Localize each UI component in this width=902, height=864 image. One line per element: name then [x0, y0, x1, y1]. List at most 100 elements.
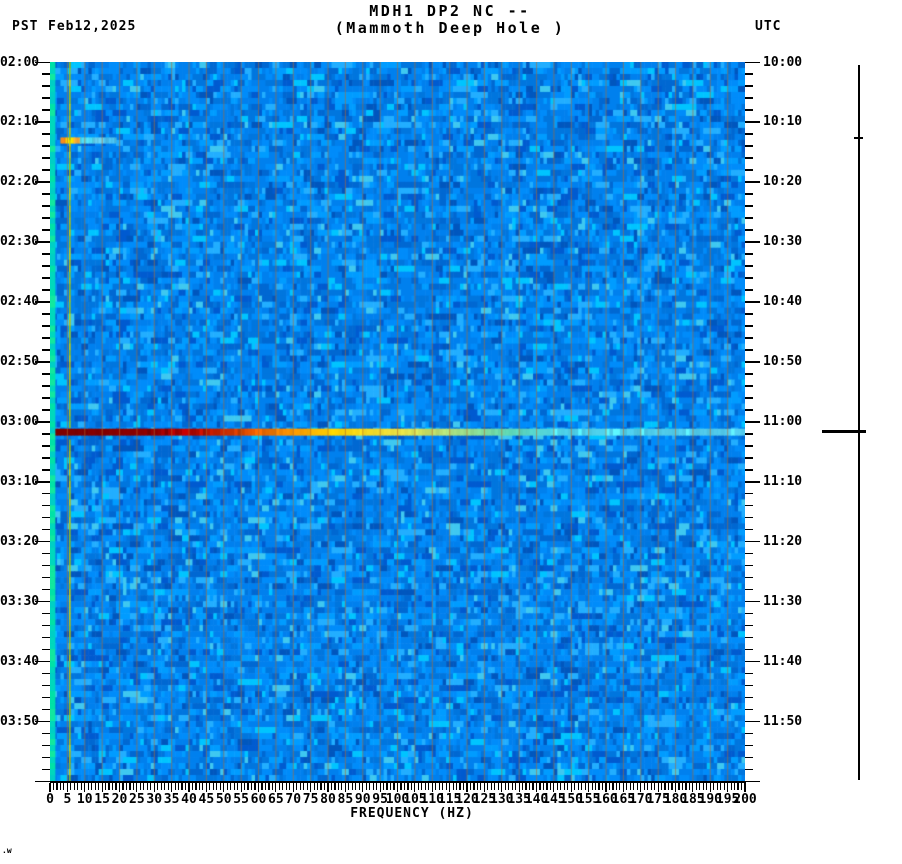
x-axis-tick — [202, 783, 204, 790]
left-axis-tick — [42, 636, 50, 639]
amplitude-scale-line — [858, 65, 860, 780]
x-axis-tick — [351, 783, 353, 790]
x-axis-tick — [671, 783, 673, 790]
left-axis-tick — [42, 145, 50, 147]
right-axis-tick — [745, 600, 760, 603]
x-axis-tick — [535, 783, 538, 792]
x-axis-tick — [129, 783, 131, 790]
x-axis-tick — [250, 783, 253, 790]
x-axis-tick — [268, 783, 270, 790]
x-axis-tick — [271, 783, 273, 790]
left-axis-tick — [42, 385, 50, 387]
left-axis-time-label: 03:40 — [0, 653, 40, 669]
right-axis-tick — [745, 421, 760, 423]
right-axis-tick — [745, 636, 753, 639]
x-axis-tick — [101, 783, 103, 792]
x-axis-tick — [615, 783, 617, 790]
x-axis-tick — [389, 783, 392, 790]
right-axis-time-label: 11:50 — [763, 713, 803, 729]
x-axis-tick — [445, 783, 447, 790]
x-axis-tick — [421, 783, 423, 790]
x-axis-tick — [647, 783, 649, 790]
x-axis-tick — [358, 783, 360, 790]
x-axis-tick — [80, 783, 82, 790]
x-axis-tick — [59, 783, 61, 790]
x-axis-tick — [181, 783, 183, 790]
left-axis-tick — [42, 756, 50, 759]
x-axis-tick — [146, 783, 148, 790]
x-axis-tick — [720, 783, 722, 790]
left-axis-tick — [42, 265, 50, 267]
x-axis-tick — [386, 783, 388, 790]
x-axis-tick — [313, 783, 315, 790]
x-axis-tick — [195, 783, 197, 790]
x-axis-tick — [212, 783, 214, 790]
x-axis-tick — [407, 783, 409, 790]
right-axis-tick — [745, 564, 753, 567]
x-axis-tick — [608, 783, 611, 790]
right-axis-tick — [745, 684, 753, 687]
x-axis-tick — [511, 783, 513, 790]
right-axis-tick — [745, 540, 760, 543]
x-axis-tick — [330, 783, 333, 790]
x-axis-tick — [518, 783, 520, 792]
x-axis-tick — [87, 783, 89, 790]
left-axis-tick — [42, 684, 50, 687]
x-axis-tick — [77, 783, 79, 790]
x-axis-tick — [254, 783, 256, 790]
x-axis-tick — [226, 783, 228, 790]
left-axis-tick — [42, 768, 50, 771]
right-axis-tick — [745, 744, 753, 747]
x-axis-tick — [70, 783, 72, 790]
x-axis-tick — [626, 783, 628, 790]
x-axis-tick — [622, 783, 624, 792]
x-axis-tick — [515, 783, 517, 790]
x-axis-tick — [150, 783, 152, 790]
x-axis-tick — [661, 783, 663, 790]
right-axis-tick — [745, 492, 753, 495]
left-axis-tick — [42, 313, 50, 315]
x-axis-tick — [629, 783, 631, 790]
x-axis-tick — [476, 783, 478, 790]
station-title: MDH1 DP2 NC -- — [369, 2, 531, 20]
x-axis-tick — [275, 783, 277, 792]
x-axis-tick — [73, 783, 75, 790]
left-axis-tick — [42, 504, 50, 507]
x-axis-tick — [188, 783, 190, 792]
right-axis-tick — [745, 624, 753, 627]
x-axis-tick — [410, 783, 412, 790]
x-axis-tick — [209, 783, 211, 790]
right-axis-tick — [745, 157, 753, 159]
x-axis-tick — [139, 783, 141, 790]
left-axis-tick — [42, 576, 50, 579]
x-axis-tick — [442, 783, 444, 790]
x-axis-tick — [191, 783, 194, 790]
x-axis-tick — [664, 783, 666, 790]
x-axis-tick — [542, 783, 545, 790]
right-axis-tick — [745, 73, 753, 76]
right-axis-tick — [745, 205, 753, 207]
left-axis-tick — [42, 325, 50, 327]
left-axis-tick — [42, 612, 50, 615]
x-axis-tick — [473, 783, 475, 790]
x-axis-tick — [355, 783, 357, 790]
x-axis-tick — [636, 783, 638, 790]
left-axis-tick — [42, 349, 50, 351]
x-axis-tick — [678, 783, 680, 790]
x-axis-tick-label: 200 — [733, 792, 757, 807]
x-axis-tick — [501, 783, 503, 792]
x-axis-tick — [650, 783, 652, 790]
right-axis-tick — [745, 181, 760, 183]
timezone-left-label: PST — [12, 19, 39, 34]
left-axis-tick — [42, 492, 50, 495]
x-axis-tick — [403, 783, 406, 790]
right-axis-tick — [745, 133, 753, 135]
right-axis-tick — [745, 504, 753, 507]
right-axis-time-label: 11:00 — [763, 414, 803, 429]
x-axis-tick — [452, 783, 454, 790]
left-axis-tick — [42, 672, 50, 675]
x-axis-tick — [598, 783, 600, 790]
x-axis-tick — [289, 783, 291, 790]
x-axis-tick — [528, 783, 531, 790]
x-axis-tick — [341, 783, 343, 790]
